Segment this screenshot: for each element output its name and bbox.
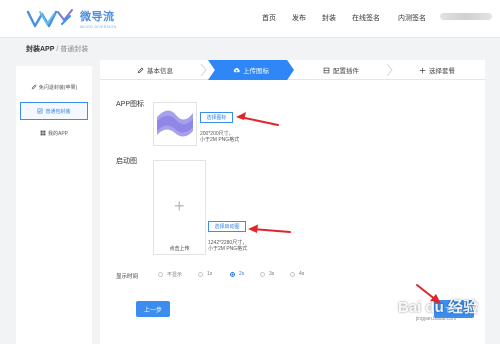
plus-icon — [419, 67, 426, 73]
radio-3s[interactable]: 3s — [260, 271, 274, 277]
watermark: Bai du 经验 — [398, 299, 479, 316]
package-icon — [38, 108, 43, 114]
app-icon-preview[interactable] — [153, 102, 197, 146]
nav-publish[interactable]: 发布 — [292, 13, 306, 23]
step-label: 上传图标 — [243, 68, 269, 75]
sidebar-item-label: 免闪退封装(苹果) — [38, 84, 78, 91]
watermark-url: jingyan.baidu.com — [416, 316, 457, 322]
brand-name: 微导流 — [80, 11, 115, 23]
radio-dot — [260, 271, 265, 277]
radio-label: 4s — [299, 271, 305, 277]
splash-label: 启动图 — [116, 158, 137, 165]
sidebar-item-label: 我的APP — [47, 130, 68, 137]
sidebar-item-label: 普通包封装 — [45, 108, 71, 115]
app-icon-hint-format: 小于2M PNG格式 — [200, 137, 240, 143]
grid-icon — [40, 130, 46, 136]
radio-dot — [290, 271, 295, 277]
app-icon-label: APP图标 — [116, 101, 145, 108]
nav-beta-sign[interactable]: 内测签名 — [398, 13, 426, 23]
choose-icon-button[interactable]: 选择图标 — [200, 112, 233, 123]
breadcrumb-sub: 普通封装 — [60, 46, 89, 53]
radio-dot — [230, 271, 235, 277]
logo-icon[interactable] — [26, 6, 78, 30]
edit-icon — [138, 67, 144, 73]
breadcrumb-current[interactable]: 封装APP — [26, 46, 54, 53]
brand-tagline: MICRO DIVERSION — [80, 25, 117, 29]
sidebar-item-my-app[interactable]: 我的APP — [20, 124, 88, 142]
radio-label: 2s — [239, 271, 245, 277]
splash-upload-area[interactable]: + 点击上传 — [153, 160, 206, 255]
chevron-right-icon — [200, 64, 207, 76]
prev-step-button[interactable]: 上一步 — [136, 301, 170, 317]
splash-hint-format: 小于2M PNG格式 — [208, 246, 248, 252]
radio-dot — [198, 271, 203, 277]
step-label: 选择套餐 — [429, 68, 455, 75]
radio-label: 不显示 — [167, 272, 183, 278]
radio-4s[interactable]: 4s — [290, 271, 304, 277]
sidebar: 免闪退封装(苹果) 普通包封装 我的APP — [16, 66, 92, 344]
step-config-plugin[interactable]: 配置插件 — [296, 60, 386, 80]
step-label: 配置插件 — [333, 68, 359, 75]
nav-home[interactable]: 首页 — [262, 13, 276, 23]
annotation-arrow — [236, 112, 279, 126]
chevron-right-icon — [386, 64, 393, 76]
nav-online-sign[interactable]: 在线签名 — [352, 13, 380, 23]
sidebar-item-no-crash[interactable]: 免闪退封装(苹果) — [20, 78, 88, 96]
display-time-label: 显示时间 — [116, 274, 139, 280]
step-basic-info[interactable]: 基本信息 — [110, 60, 200, 80]
plugin-icon — [323, 67, 330, 73]
nav-package[interactable]: 封装 — [322, 13, 336, 23]
radio-2s[interactable]: 2s — [230, 271, 244, 277]
brand[interactable]: 微导流 MICRO DIVERSION — [80, 8, 116, 29]
choose-splash-button[interactable]: 选择启动图 — [208, 221, 246, 232]
annotation-arrow — [248, 224, 291, 233]
step-upload-icon[interactable]: 上传图标 — [208, 60, 294, 80]
breadcrumb-separator: / — [56, 46, 59, 53]
app-icon-hint: 200*200尺寸， 小于2M PNG格式 — [200, 131, 239, 143]
radio-label: 3s — [269, 271, 275, 277]
user-account-blurred[interactable] — [440, 13, 492, 20]
top-navbar: 微导流 MICRO DIVERSION 首页 发布 封装 在线签名 内测签名 — [0, 0, 500, 38]
radio-none[interactable]: 不显示 — [158, 271, 182, 278]
step-bar: 基本信息 上传图标 配置插件 选择套餐 — [100, 60, 485, 80]
plus-icon: + — [174, 196, 185, 216]
radio-label: 1s — [207, 271, 213, 277]
sidebar-item-normal-package[interactable]: 普通包封装 — [20, 102, 88, 120]
step-choose-plan[interactable]: 选择套餐 — [394, 60, 480, 80]
breadcrumb: 封装APP / 普通封装 — [26, 44, 88, 54]
splash-hint: 1242*2280尺寸， 小于2M PNG格式 — [208, 240, 247, 252]
upload-icon — [233, 67, 240, 73]
step-label: 基本信息 — [147, 68, 173, 75]
radio-dot — [158, 272, 163, 277]
splash-upload-text: 点击上传 — [169, 246, 190, 252]
radio-1s[interactable]: 1s — [198, 271, 212, 277]
edit-icon — [31, 84, 37, 90]
app-icon-image — [154, 103, 196, 145]
